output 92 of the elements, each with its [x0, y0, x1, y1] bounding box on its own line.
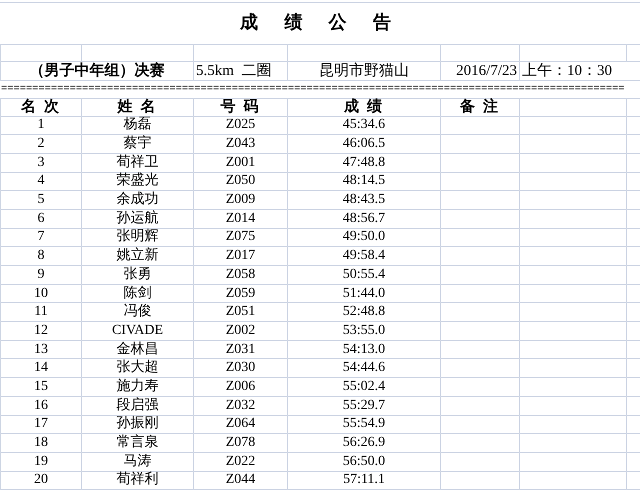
table-cell: 5 — [38, 192, 44, 208]
table-cell: 常言泉 — [116, 435, 158, 450]
table-cell: 荣盛光 — [116, 173, 158, 188]
table-cell: 55:02.4 — [342, 378, 386, 394]
table-cell: 20 — [34, 472, 48, 488]
table-cell: 48:56.7 — [342, 210, 386, 226]
table-cell: 余成功 — [116, 192, 158, 208]
info-text: 2016/7/23 — [456, 62, 517, 78]
column-header: 号 码 — [220, 99, 260, 115]
table-cell: 1 — [38, 117, 44, 132]
table-cell: Z025 — [226, 117, 256, 132]
table-cell: 张明辉 — [116, 229, 158, 244]
table-cell: 46:06.5 — [342, 136, 386, 152]
info-text: （男子中年组）决赛 — [30, 62, 164, 78]
table-cell: 杨磊 — [124, 117, 152, 132]
separator-line: ==================================================================================================== — [1, 82, 625, 94]
table-cell: 51:44.0 — [342, 286, 386, 301]
table-cell: 45:34.6 — [342, 117, 386, 132]
table-cell: 3 — [38, 154, 44, 170]
table-cell: 13 — [34, 342, 48, 357]
table-cell: 7 — [38, 229, 44, 244]
table-cell: 姚立新 — [116, 248, 158, 264]
column-header: 成 绩 — [344, 99, 384, 115]
table-cell: 19 — [34, 454, 48, 469]
table-cell: 48:43.5 — [342, 192, 386, 208]
table-cell: Z022 — [226, 454, 256, 469]
table-cell: 孙振刚 — [116, 416, 158, 432]
table-cell: 52:48.8 — [342, 304, 386, 320]
table-cell: 49:50.0 — [342, 229, 386, 244]
table-cell: 50:55.4 — [342, 266, 386, 282]
table-cell: Z002 — [226, 322, 256, 338]
table-cell: 6 — [38, 210, 44, 226]
table-cell: Z014 — [226, 210, 256, 226]
table-cell: 55:29.7 — [342, 398, 386, 413]
table-cell: Z051 — [226, 304, 256, 320]
table-cell: 55:54.9 — [342, 416, 386, 432]
table-cell: 54:13.0 — [342, 342, 386, 357]
sheet-title: 成 绩 公 告 — [240, 12, 401, 33]
column-header: 备 注 — [460, 99, 500, 115]
table-cell: 54:44.6 — [342, 360, 386, 376]
column-header: 姓 名 — [118, 99, 158, 115]
table-cell: Z058 — [226, 266, 256, 282]
table-cell: 15 — [34, 378, 48, 394]
table-cell: Z017 — [226, 248, 256, 264]
info-text: 昆明市野猫山 — [319, 62, 409, 78]
table-cell: 10 — [34, 286, 48, 301]
table-cell: 18 — [34, 435, 48, 450]
table-cell: Z043 — [226, 136, 256, 152]
table-cell: 14 — [34, 360, 48, 376]
table-cell: 孙运航 — [116, 210, 158, 226]
table-cell: Z009 — [226, 192, 256, 208]
table-cell: 9 — [38, 266, 44, 282]
table-cell: 马涛 — [124, 454, 152, 469]
table-cell: Z059 — [226, 286, 256, 301]
table-cell: 47:48.8 — [342, 154, 386, 170]
table-cell: 陈剑 — [124, 286, 152, 301]
info-text: 上午：10：30 — [522, 62, 612, 78]
table-cell: 荀祥卫 — [116, 154, 158, 170]
table-cell: Z044 — [226, 472, 256, 488]
table-cell: Z001 — [226, 154, 256, 170]
table-cell: 冯俊 — [124, 304, 152, 320]
table-cell: 53:55.0 — [342, 322, 386, 338]
table-cell: 金林昌 — [116, 342, 158, 357]
table-cell: 17 — [34, 416, 48, 432]
table-cell: 48:14.5 — [342, 173, 386, 188]
table-cell: 56:50.0 — [342, 454, 386, 469]
table-cell: 蔡宇 — [124, 136, 152, 152]
table-cell: 57:11.1 — [343, 472, 385, 488]
info-text: 5.5km 二圈 — [196, 62, 272, 78]
table-cell: 49:58.4 — [342, 248, 386, 264]
table-cell: Z006 — [226, 378, 256, 394]
table-cell: Z030 — [226, 360, 256, 376]
table-cell: Z050 — [226, 173, 256, 188]
table-cell: Z064 — [226, 416, 256, 432]
table-cell: CIVADE — [112, 322, 164, 338]
table-cell: 段启强 — [116, 398, 158, 413]
table-cell: 荀祥利 — [116, 472, 158, 488]
column-header: 名 次 — [21, 99, 61, 115]
table-cell: 12 — [34, 322, 48, 338]
table-cell: 8 — [38, 248, 44, 264]
table-cell: 4 — [38, 173, 44, 188]
table-cell: Z078 — [226, 435, 256, 450]
table-cell: 11 — [34, 304, 48, 320]
table-cell: 16 — [34, 398, 48, 413]
table-cell: 张大超 — [116, 360, 158, 376]
table-cell: Z032 — [226, 398, 256, 413]
table-cell: Z031 — [226, 342, 256, 357]
table-cell: 56:26.9 — [342, 435, 386, 450]
table-cell: 施力寿 — [116, 378, 158, 394]
table-cell: 2 — [38, 136, 44, 152]
table-cell: 张勇 — [124, 266, 152, 282]
table-cell: Z075 — [226, 229, 256, 244]
